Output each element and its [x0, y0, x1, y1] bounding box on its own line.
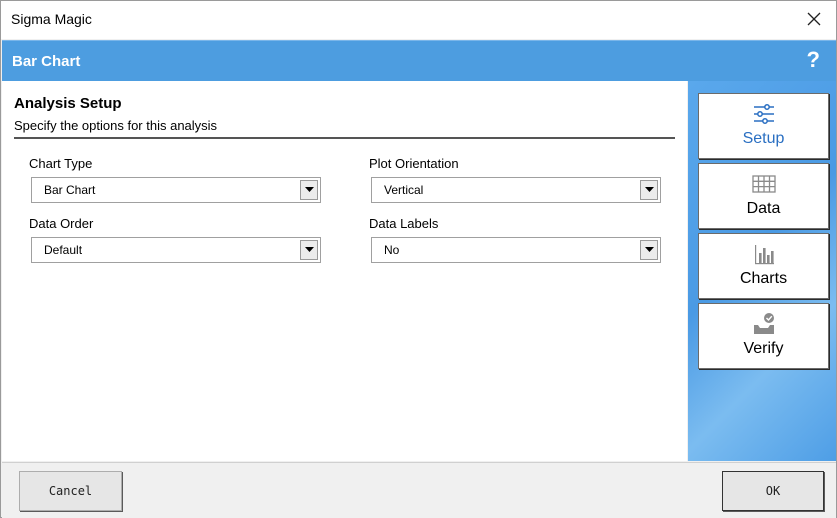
chevron-down-icon[interactable] [640, 240, 658, 260]
data-labels-select[interactable]: No [371, 237, 661, 263]
setup-panel: Analysis Setup Specify the options for t… [2, 81, 687, 461]
plot-orientation-value: Vertical [384, 183, 424, 197]
grid-icon [752, 172, 776, 196]
section-title: Analysis Setup [14, 95, 122, 112]
nav-setup-button[interactable]: Setup [698, 93, 829, 159]
bar-chart-icon [752, 242, 776, 266]
data-order-value: Default [44, 243, 83, 257]
plot-orientation-label: Plot Orientation [369, 156, 459, 171]
verify-tray-icon [752, 312, 776, 336]
help-icon[interactable]: ? [807, 47, 820, 73]
section-divider [14, 137, 675, 139]
chevron-down-icon[interactable] [300, 180, 318, 200]
header-banner: Bar Chart ? [2, 40, 836, 81]
nav-verify-button[interactable]: Verify [698, 303, 829, 369]
chevron-down-icon[interactable] [640, 180, 658, 200]
section-subtitle: Specify the options for this analysis [14, 118, 218, 133]
nav-panel: Setup Data Charts Verify [688, 81, 836, 461]
ok-button[interactable]: OK [722, 471, 824, 511]
nav-verify-label: Verify [743, 340, 784, 357]
chevron-down-icon[interactable] [300, 240, 318, 260]
page-title: Bar Chart [12, 53, 81, 70]
close-icon[interactable] [804, 9, 824, 29]
chart-type-value: Bar Chart [44, 183, 96, 197]
data-order-label: Data Order [29, 216, 94, 231]
cancel-button[interactable]: Cancel [19, 471, 122, 511]
chart-type-select[interactable]: Bar Chart [31, 177, 321, 203]
data-labels-value: No [384, 243, 400, 257]
dialog-window: Sigma Magic Bar Chart ? Analysis Setup S… [0, 0, 837, 518]
data-order-select[interactable]: Default [31, 237, 321, 263]
chart-type-label: Chart Type [29, 156, 93, 171]
footer-bar: Cancel OK [2, 462, 836, 518]
nav-charts-label: Charts [739, 270, 788, 287]
nav-charts-button[interactable]: Charts [698, 233, 829, 299]
plot-orientation-select[interactable]: Vertical [371, 177, 661, 203]
title-bar: Sigma Magic [1, 1, 836, 39]
nav-data-label: Data [746, 200, 781, 217]
nav-setup-label: Setup [742, 130, 785, 147]
sliders-icon [752, 102, 776, 126]
data-labels-label: Data Labels [369, 216, 439, 231]
window-title: Sigma Magic [11, 11, 92, 27]
nav-data-button[interactable]: Data [698, 163, 829, 229]
